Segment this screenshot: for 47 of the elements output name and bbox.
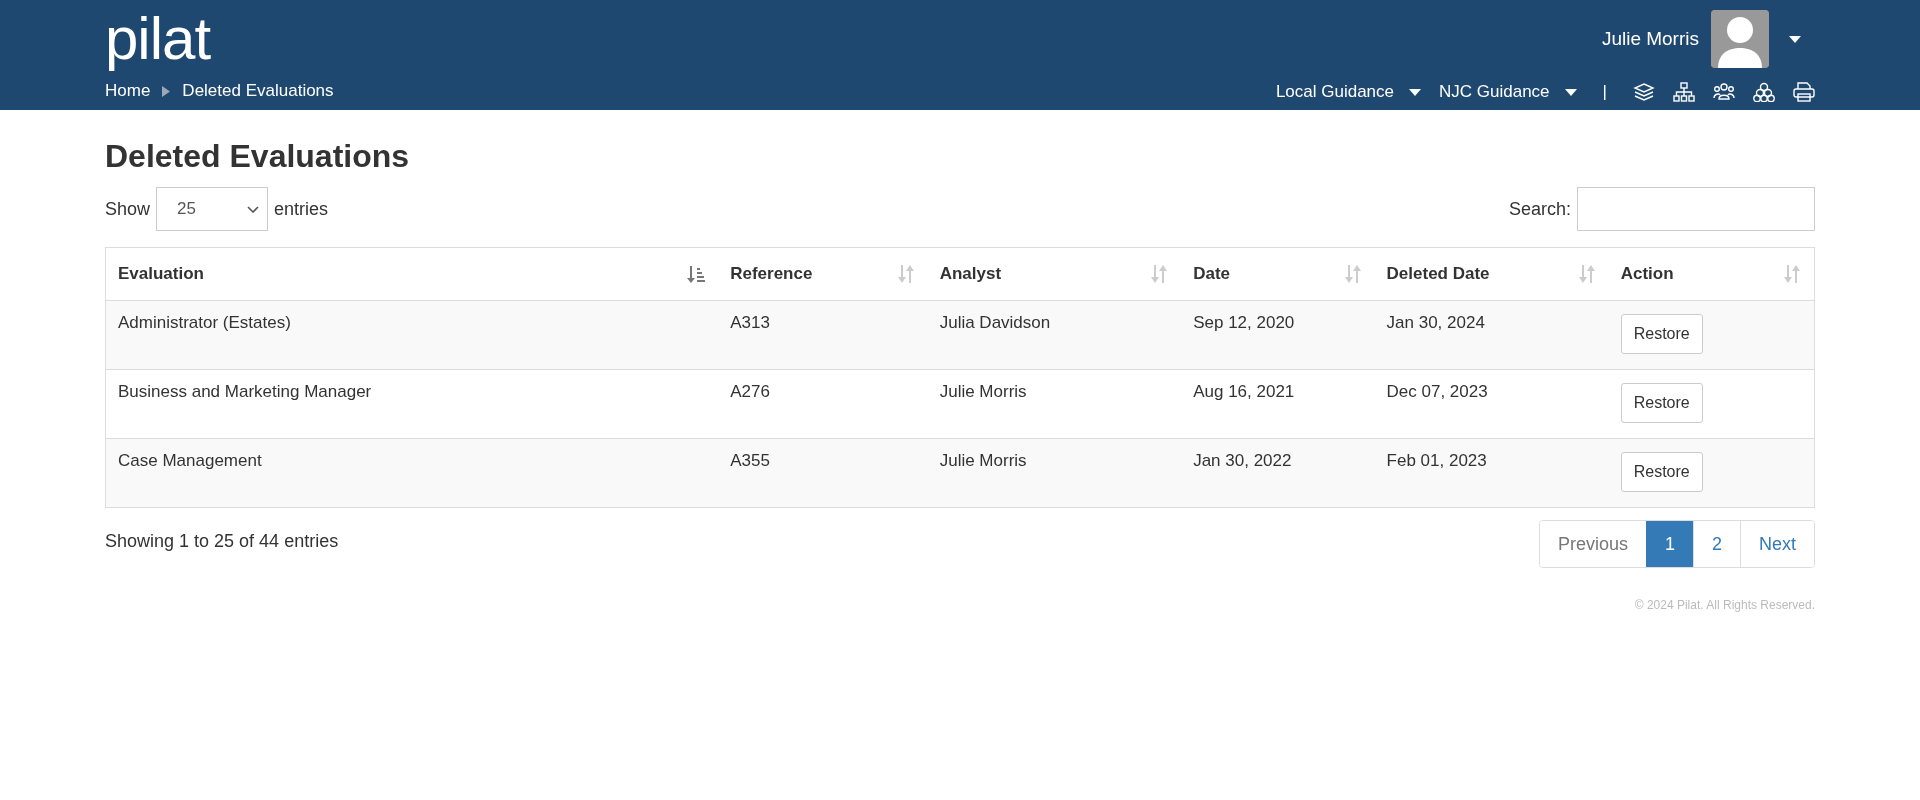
- sitemap-icon[interactable]: [1673, 82, 1695, 102]
- table-cell: A313: [718, 300, 928, 370]
- copyright: © 2024 Pilat. All Rights Reserved.: [1633, 598, 1815, 612]
- restore-button[interactable]: Restore: [1620, 314, 1703, 354]
- entries-label: entries: [274, 198, 329, 220]
- column-header[interactable]: Evaluation: [105, 247, 719, 301]
- page-size-select[interactable]: 25: [156, 187, 269, 231]
- separator: |: [1602, 82, 1607, 102]
- restore-button[interactable]: Restore: [1620, 383, 1703, 423]
- caret-icon[interactable]: [1789, 35, 1801, 43]
- nav-menu[interactable]: Local Guidance: [1275, 82, 1421, 102]
- logo[interactable]: pilat: [105, 6, 334, 72]
- table-cell: Julie Morris: [927, 438, 1182, 508]
- printer-icon[interactable]: [1793, 82, 1815, 102]
- layers-icon[interactable]: [1633, 82, 1655, 102]
- page-button[interactable]: Next: [1740, 521, 1814, 567]
- breadcrumb-link[interactable]: Home: [105, 81, 151, 101]
- page-title: Deleted Evaluations: [105, 138, 411, 175]
- restore-button[interactable]: Restore: [1620, 452, 1703, 492]
- caret-icon: [1409, 88, 1421, 96]
- table-cell: Sep 12, 2020: [1181, 300, 1375, 370]
- table-info: Showing 1 to 25 of 44 entries: [105, 531, 339, 552]
- chevron-down-icon: [247, 205, 260, 213]
- search-label: Search:: [1508, 198, 1571, 220]
- column-header[interactable]: Reference: [718, 247, 928, 301]
- circles-icon[interactable]: [1753, 82, 1775, 102]
- table-cell: Julia Davidson: [927, 300, 1182, 370]
- breadcrumb-link[interactable]: Deleted Evaluations: [182, 81, 334, 101]
- search-field[interactable]: [1577, 187, 1815, 231]
- table-cell: Case Management: [105, 438, 719, 508]
- table-cell: Jan 30, 2024: [1374, 300, 1609, 370]
- page-button[interactable]: 1: [1645, 521, 1693, 567]
- show-label: Show: [105, 198, 151, 220]
- table-cell: Feb 01, 2023: [1374, 438, 1609, 508]
- users-icon[interactable]: [1713, 82, 1735, 102]
- table-cell: Jan 30, 2022: [1181, 438, 1375, 508]
- chevron-icon: [162, 85, 171, 97]
- table-cell: Administrator (Estates): [105, 300, 719, 370]
- table-cell: A355: [718, 438, 928, 508]
- column-header[interactable]: Analyst: [927, 247, 1182, 301]
- column-header[interactable]: Deleted Date: [1374, 247, 1609, 301]
- column-header[interactable]: Date: [1181, 247, 1375, 301]
- user-name: Julie Morris: [1601, 28, 1699, 50]
- column-header[interactable]: Action: [1608, 247, 1815, 301]
- nav-menu[interactable]: NJC Guidance: [1439, 82, 1577, 102]
- caret-icon: [1564, 88, 1577, 96]
- avatar-silhouette[interactable]: [1711, 10, 1769, 68]
